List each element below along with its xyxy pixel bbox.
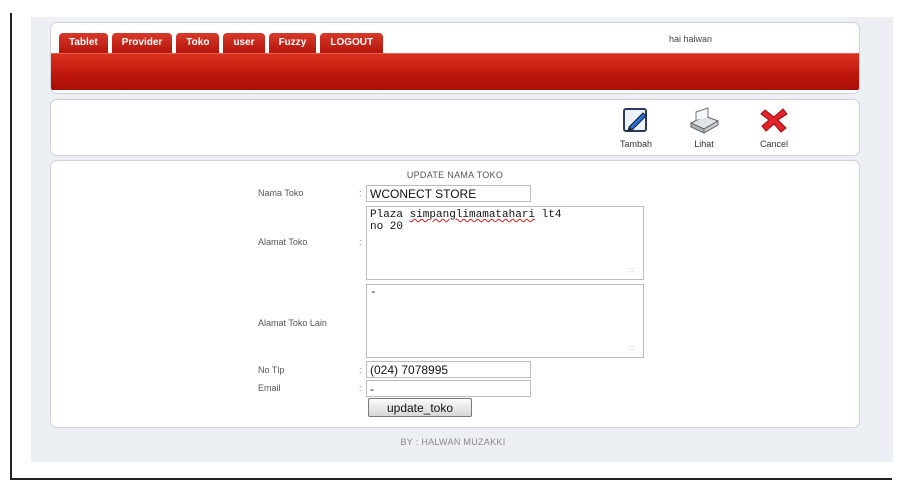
nama-toko-input[interactable]: [366, 185, 531, 202]
alamat-toko-colon: :: [359, 237, 362, 247]
no-tlp-label: No Tlp: [258, 365, 285, 375]
tab-tablet[interactable]: Tablet: [59, 33, 108, 53]
no-tlp-input[interactable]: [366, 361, 531, 378]
cancel-label: Cancel: [759, 139, 788, 149]
nav-tabs: Tablet Provider Toko user Fuzzy LOGOUT: [59, 33, 384, 53]
alamat-toko-text-misspelled: simpanglimamatahari: [409, 209, 536, 221]
tab-toko[interactable]: Toko: [176, 33, 220, 53]
form-title: UPDATE NAMA TOKO: [406, 170, 504, 180]
email-colon: :: [359, 383, 362, 393]
tab-provider[interactable]: Provider: [111, 33, 173, 53]
footer-credit: BY : HALWAN MUZAKKI: [400, 437, 506, 447]
no-tlp-colon: :: [359, 365, 362, 375]
nama-toko-colon: :: [359, 188, 362, 198]
edit-icon: [623, 108, 647, 132]
user-greeting: hai halwan: [669, 34, 713, 44]
tab-fuzzy[interactable]: Fuzzy: [268, 33, 317, 53]
alamat-toko-lain-textarea[interactable]: -: [366, 284, 644, 358]
toolbar-panel: Tambah Lihat Cancel: [50, 99, 860, 156]
view-icon: [689, 107, 720, 134]
email-input[interactable]: [366, 380, 531, 397]
alamat-toko-textarea[interactable]: Plaza simpanglimamatahari lt4 no 20: [366, 206, 644, 280]
tambah-button[interactable]: Tambah: [611, 106, 661, 149]
lihat-label: Lihat: [694, 139, 714, 149]
alamat-toko-resize-grip[interactable]: .::: [628, 267, 634, 274]
tab-user[interactable]: user: [223, 33, 265, 53]
frame-left-border: [10, 13, 12, 479]
email-label: Email: [258, 383, 281, 393]
frame-bottom-border: [10, 478, 892, 480]
alamat-toko-label: Alamat Toko: [258, 237, 308, 247]
cancel-button[interactable]: Cancel: [749, 106, 799, 149]
header-panel: Tablet Provider Toko user Fuzzy LOGOUT h…: [50, 22, 860, 94]
update-toko-button[interactable]: update_toko: [368, 398, 472, 417]
nama-toko-label: Nama Toko: [258, 188, 304, 198]
alamat-toko-lain-resize-grip[interactable]: .::: [628, 345, 634, 352]
header-banner: [51, 53, 859, 90]
tambah-label: Tambah: [619, 139, 653, 149]
lihat-button[interactable]: Lihat: [679, 106, 729, 149]
alamat-toko-lain-label: Alamat Toko Lain: [258, 318, 327, 328]
alamat-toko-text-prefix: Plaza: [370, 209, 410, 221]
tab-logout[interactable]: LOGOUT: [320, 33, 384, 53]
cancel-icon: [760, 108, 788, 133]
